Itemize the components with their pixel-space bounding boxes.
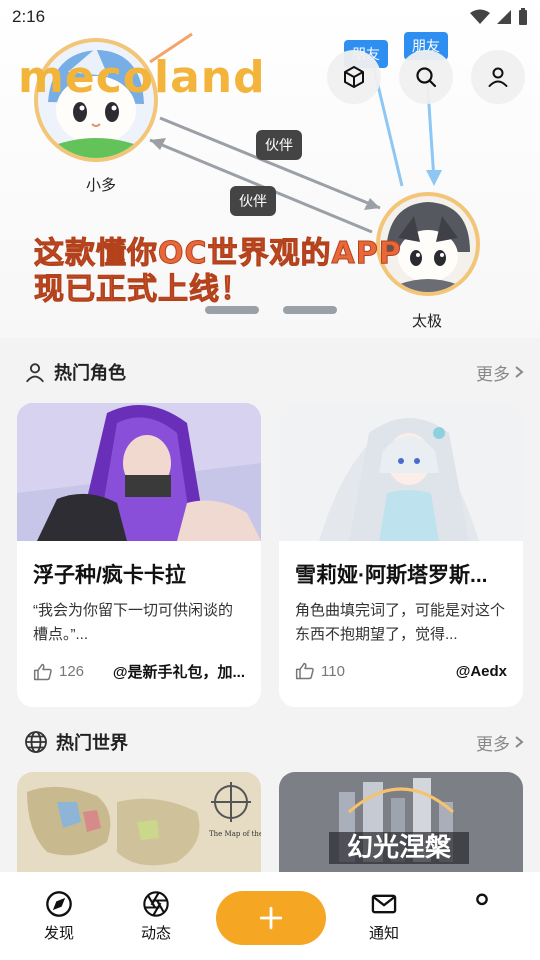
brand-logo: mecoland [18,52,266,103]
nav-notify[interactable]: 通知 [344,890,424,943]
like-count: 110 [321,662,345,680]
world-map-caption: The Map of the Westlands [209,830,261,838]
profile-button[interactable] [471,50,525,104]
plus-icon [259,906,283,930]
like-count: 126 [59,663,85,680]
hot-worlds-more-link[interactable]: 更多 [476,730,524,755]
profile-dot-icon [476,893,488,906]
chevron-right-icon [515,366,524,378]
thumbs-up-icon [33,663,52,680]
globe-icon [25,731,47,753]
character-card[interactable]: 浮子种/疯卡卡拉 “我会为你留下一切可供闲谈的槽点。”... 126 @是新手礼… [17,403,261,707]
carousel-indicator [205,306,337,314]
character-card-title: 浮子种/疯卡卡拉 [33,564,186,587]
character-card-footer: 110 @Aedx [295,661,507,681]
world-title-art: 幻光涅槃 [347,833,452,863]
aperture-icon [143,891,169,917]
hot-characters-more-link[interactable]: 更多 [476,360,524,385]
character-card-footer: 126 @是新手礼包，加... [33,661,245,682]
hot-characters-title: 热门角色 [54,363,126,383]
section-title: 热门角色 [24,359,126,385]
character-card[interactable]: 雪莉娅·阿斯塔罗斯... 角色曲填完词了，可能是对这个东西不抱期望了，觉得...… [279,403,523,707]
character-card-image [279,403,523,541]
nav-discover-label: 发现 [43,925,74,942]
hot-worlds-header: 热门世界 更多 [24,728,524,756]
nav-feed[interactable]: 动态 [116,890,196,943]
hot-worlds-title: 热门世界 [56,733,128,753]
carousel-dot[interactable] [205,306,259,314]
person-icon [26,363,44,383]
cube-button[interactable] [327,50,381,104]
relation-tag-2: 伙伴 [230,186,276,216]
section-title: 热门世界 [24,729,128,755]
status-bar: 2:16 [0,0,540,34]
character-name-right: 太极 [412,313,443,330]
thumbs-up-icon [295,662,314,680]
like-button[interactable]: 110 [295,661,345,681]
wifi-icon [470,9,490,24]
card-author[interactable]: @是新手礼包，加... [113,661,245,682]
card-author[interactable]: @Aedx [456,663,507,680]
hot-characters-header: 热门角色 更多 [24,358,524,386]
promo-banner[interactable]: mecoland 小多 伙伴 伙伴 朋友 朋友 太极 这款懂你OC世界观的APP… [0,0,540,338]
signal-icon [497,10,511,24]
mail-icon [371,894,397,914]
chevron-right-icon [515,736,524,748]
carousel-dot[interactable] [283,306,337,314]
bottom-nav: 发现 动态 通知 [0,872,540,960]
nav-profile[interactable] [442,890,522,922]
create-button[interactable] [216,891,326,945]
status-icons [470,8,528,26]
character-card-description: 角色曲填完词了，可能是对这个东西不抱期望了，觉得... [295,602,506,643]
like-button[interactable]: 126 [33,662,84,682]
nav-discover[interactable]: 发现 [19,890,99,943]
more-label: 更多 [476,364,510,384]
compass-icon [46,891,72,917]
character-card-title: 雪莉娅·阿斯塔罗斯... [295,564,488,587]
search-button[interactable] [399,50,453,104]
nav-notify-label: 通知 [368,925,399,942]
search-icon [416,67,437,88]
status-time: 2:16 [12,7,46,26]
character-name-left: 小多 [86,177,117,194]
battery-icon [519,8,527,25]
character-card-image [17,403,261,541]
cube-icon [344,66,364,88]
user-icon [488,67,508,87]
more-label: 更多 [476,734,510,754]
character-card-description: “我会为你留下一切可供闲谈的槽点。”... [33,602,233,643]
slogan-line-2: 现已正式上线！ [34,272,251,308]
nav-feed-label: 动态 [140,925,171,942]
relation-tag-1: 伙伴 [256,130,302,160]
